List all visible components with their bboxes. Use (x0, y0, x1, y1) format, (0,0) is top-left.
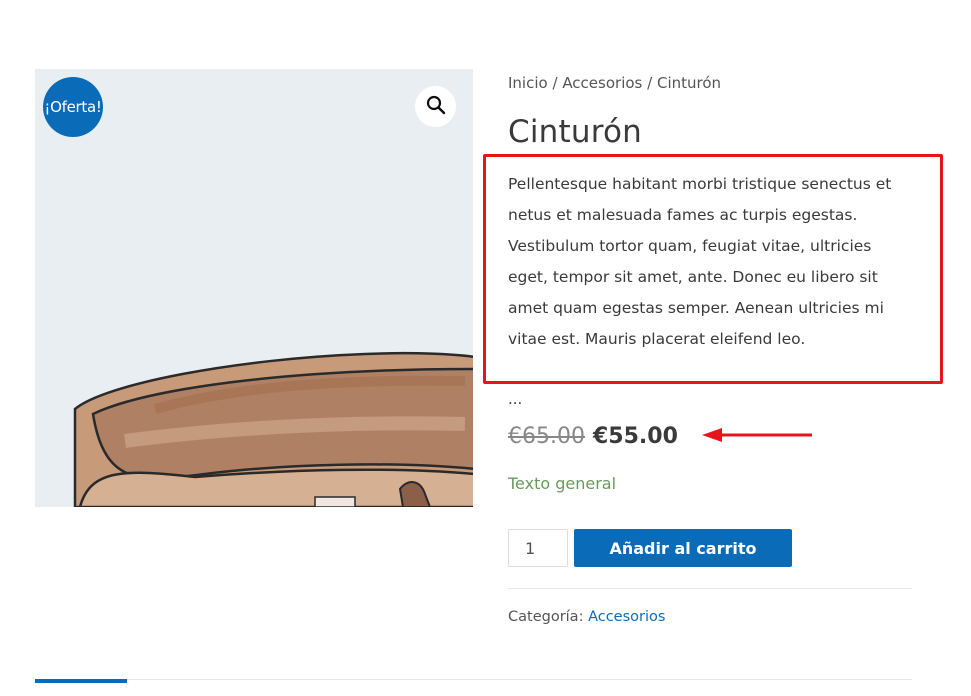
breadcrumb-link-inicio[interactable]: Inicio (508, 74, 548, 92)
product-image[interactable] (35, 69, 473, 507)
zoom-button[interactable] (415, 86, 456, 127)
breadcrumb-separator: / (552, 74, 563, 92)
product-meta-category: Categoría: Accesorios (508, 609, 665, 625)
description-ellipsis: ... (508, 390, 523, 408)
magnifier-icon (426, 95, 446, 119)
regular-price: €65.00 (508, 424, 585, 449)
breadcrumb: Inicio / Accesorios / Cinturón (508, 74, 721, 92)
add-to-cart-button[interactable]: Añadir al carrito (574, 529, 792, 567)
breadcrumb-link-accesorios[interactable]: Accesorios (562, 74, 642, 92)
tabs-divider (35, 679, 912, 680)
annotation-highlight-box (483, 154, 943, 384)
belt-illustration (73, 351, 473, 507)
breadcrumb-current: Cinturón (656, 74, 722, 92)
breadcrumb-separator: / (647, 74, 657, 92)
stock-status: Texto general (508, 474, 617, 493)
sale-badge: ¡Oferta! (43, 77, 103, 137)
quantity-input[interactable] (508, 529, 568, 567)
category-label: Categoría: (508, 609, 589, 625)
sale-price: €55.00 (592, 424, 678, 449)
category-link[interactable]: Accesorios (588, 609, 665, 625)
divider (508, 588, 912, 589)
product-title: Cinturón (508, 114, 642, 150)
price: €65.00 €55.00 (508, 424, 678, 449)
tab-active-indicator[interactable] (35, 679, 127, 683)
red-arrow-icon (700, 425, 815, 449)
